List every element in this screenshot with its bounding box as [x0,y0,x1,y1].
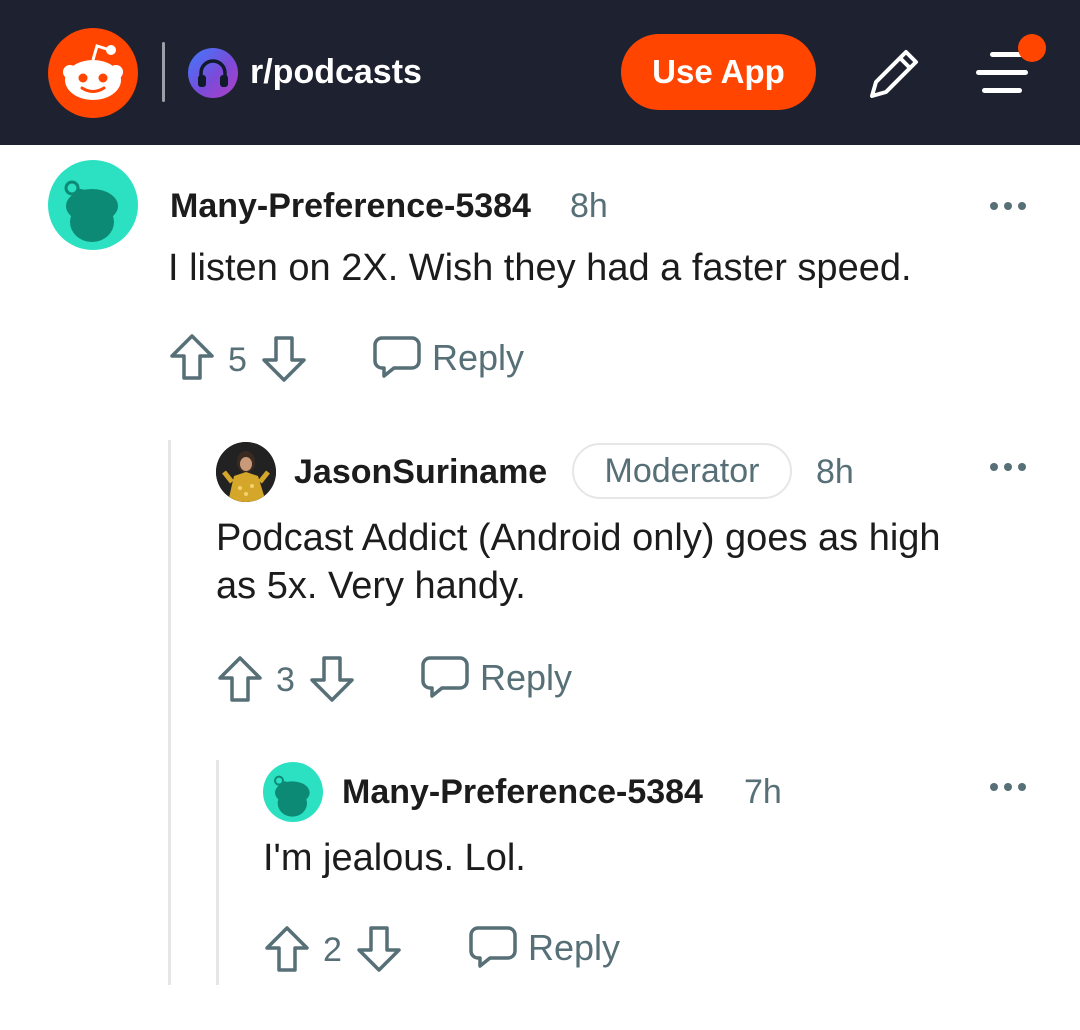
headphones-icon[interactable] [188,48,238,98]
timestamp: 7h [744,773,782,811]
more-options-icon[interactable] [988,777,1028,797]
vote-count: 3 [276,661,295,699]
timestamp: 8h [816,453,854,491]
notification-dot [1018,34,1046,62]
comment-body: I listen on 2X. Wish they had a faster s… [168,247,912,289]
more-options-icon[interactable] [988,196,1028,216]
comment-body-line: Podcast Addict (Android only) goes as hi… [216,517,941,559]
more-options-icon[interactable] [988,457,1028,477]
pencil-icon[interactable] [862,42,926,106]
subreddit-name[interactable]: r/podcasts [250,52,422,92]
comment-body-line: as 5x. Very handy. [216,565,526,607]
upvote-icon[interactable] [263,924,311,974]
downvote-icon[interactable] [355,924,403,974]
downvote-icon[interactable] [260,334,308,384]
reply-icon[interactable] [372,334,422,380]
moderator-badge: Moderator [572,443,792,499]
username[interactable]: Many-Preference-5384 [342,772,703,812]
thread-line[interactable] [168,440,171,985]
username[interactable]: Many-Preference-5384 [170,186,531,226]
use-app-button[interactable]: Use App [621,34,816,110]
comment-body: I'm jealous. Lol. [263,837,526,879]
avatar[interactable] [48,160,138,250]
avatar[interactable] [263,762,323,822]
reply-icon[interactable] [468,924,518,970]
upvote-icon[interactable] [216,654,264,704]
reply-icon[interactable] [420,654,470,700]
username[interactable]: JasonSuriname [294,452,547,492]
menu-icon[interactable] [972,32,1052,112]
thread-line[interactable] [216,760,219,985]
vote-count: 2 [323,931,342,969]
header-divider [162,42,165,102]
downvote-icon[interactable] [308,654,356,704]
timestamp: 8h [570,187,608,225]
reply-button[interactable]: Reply [528,928,620,968]
vote-count: 5 [228,341,247,379]
avatar[interactable] [216,442,276,502]
reddit-logo-icon[interactable] [48,28,138,118]
upvote-icon[interactable] [168,332,216,382]
reply-button[interactable]: Reply [432,338,524,378]
reply-button[interactable]: Reply [480,658,572,698]
top-navigation-bar: r/podcasts Use App [0,0,1080,145]
